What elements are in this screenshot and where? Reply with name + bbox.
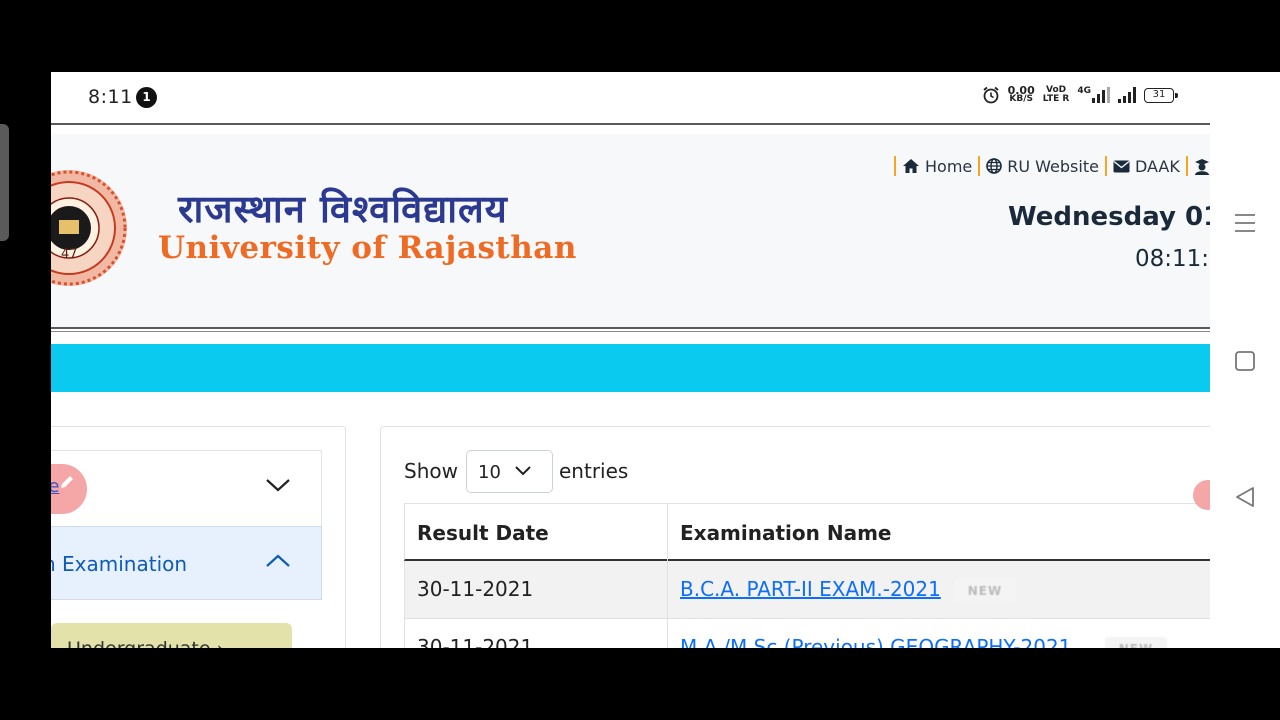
chevron-down-icon[interactable]: [514, 465, 532, 477]
graduate-icon: [1194, 158, 1209, 175]
phone-screen: 8:11 1 0.00 KB/S VoD LTE R 4G 31 47 राजस…: [51, 72, 1280, 648]
daak-link[interactable]: DAAK: [1113, 157, 1180, 176]
examination-name-link[interactable]: M.A./M.Sc.(Previous) GEOGRAPHY-2021: [680, 635, 1071, 648]
entries-select-value[interactable]: 10: [478, 462, 501, 483]
link-separator: [1185, 156, 1188, 176]
home-link-label: Home: [925, 156, 973, 176]
column-divider: [667, 619, 668, 648]
seal-number: 47: [61, 247, 78, 262]
link-separator: [978, 156, 981, 176]
table-row: 30-11-2021 M.A./M.Sc.(Previous) GEOGRAPH…: [404, 619, 1214, 648]
side-drawer-handle[interactable]: [0, 124, 9, 241]
link-separator: [894, 156, 896, 176]
header-bottom-border: [51, 327, 1210, 329]
network-speed: 0.00 KB/S: [1008, 85, 1035, 104]
undergraduate-button-label[interactable]: Undergraduate ›: [67, 638, 224, 648]
column-divider: [667, 561, 668, 619]
status-time: 8:11: [88, 86, 133, 108]
home-icon: [903, 159, 919, 173]
header-bottom-border-thin: [51, 331, 1210, 332]
english-title: University of Rajasthan: [158, 230, 577, 266]
edit-pencil-icon: [61, 476, 73, 488]
signal-4g: 4G: [1077, 87, 1110, 103]
network-type: 4G: [1077, 86, 1091, 96]
hindi-title: राजस्थान विश्वविद्यालय: [178, 186, 508, 231]
battery-icon: 31: [1144, 87, 1178, 103]
signal-bars-icon: [1092, 87, 1110, 103]
status-bar: 8:11 1 0.00 KB/S VoD LTE R 4G 31: [51, 72, 1210, 122]
notification-badge: 1: [136, 87, 157, 108]
envelope-icon: [1113, 160, 1130, 172]
site-header: 47 राजस्थान विश्वविद्यालय University of …: [51, 134, 1252, 327]
table-header-row: Result Date Examination Name: [404, 503, 1214, 562]
result-date-cell: 30-11-2021: [417, 577, 534, 601]
volte-indicator: VoD LTE R: [1043, 86, 1070, 104]
ru-website-link-label: RU Website: [1007, 156, 1099, 176]
column-header-result-date[interactable]: Result Date: [417, 521, 549, 545]
android-nav-bar: [1210, 72, 1280, 648]
status-icons: 0.00 KB/S VoD LTE R 4G 31: [982, 85, 1178, 104]
signal-bars-2-icon: [1118, 87, 1136, 103]
chevron-down-icon[interactable]: [265, 477, 291, 493]
examination-name-link[interactable]: B.C.A. PART-II EXAM.-2021: [680, 577, 941, 601]
new-badge: NEW: [954, 579, 1016, 603]
volte-bottom: LTE R: [1042, 94, 1070, 104]
new-badge: NEW: [1105, 637, 1167, 648]
globe-icon: [986, 158, 1003, 174]
home-link[interactable]: Home: [902, 157, 972, 176]
accordion-item-1-label[interactable]: ne: [51, 476, 59, 497]
ru-website-link[interactable]: RU Website: [986, 157, 1099, 176]
link-separator: [1104, 156, 1107, 176]
home-nav-icon[interactable]: [1232, 349, 1258, 373]
accordion-item-examination-label[interactable]: n Examination: [51, 552, 187, 576]
column-divider: [667, 504, 668, 562]
table-row: 30-11-2021 B.C.A. PART-II EXAM.-2021 NEW: [404, 561, 1214, 619]
recent-apps-icon[interactable]: [1232, 212, 1258, 234]
daak-link-label: DAAK: [1134, 156, 1180, 176]
top-links: Home RU Website DAAK: [888, 156, 1215, 176]
entries-label: entries: [559, 459, 629, 483]
column-header-examination-name[interactable]: Examination Name: [680, 521, 891, 545]
university-seal-icon: 47: [51, 170, 127, 286]
chevron-up-icon[interactable]: [265, 553, 291, 569]
result-date-cell: 30-11-2021: [417, 635, 534, 648]
net-speed-unit: KB/S: [1009, 94, 1033, 104]
alarm-icon: [983, 86, 999, 104]
back-nav-icon[interactable]: [1232, 485, 1258, 509]
show-label: Show: [404, 459, 458, 483]
main-navigation-bar[interactable]: [51, 344, 1210, 392]
header-top-border: [51, 123, 1210, 125]
